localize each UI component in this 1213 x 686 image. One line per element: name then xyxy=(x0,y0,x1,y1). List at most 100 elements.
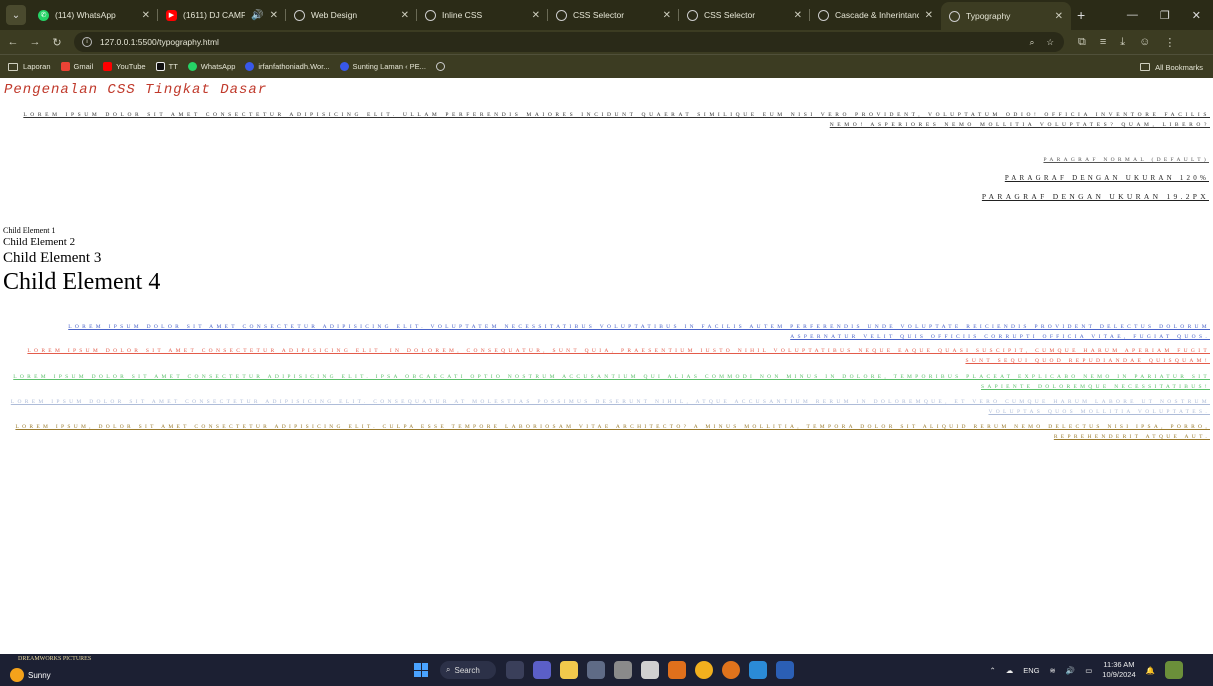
bookmark-wordpress-2[interactable]: Sunting Laman ‹ PE... xyxy=(339,62,426,71)
bookmark-star-icon[interactable]: ☆ xyxy=(1046,37,1054,48)
lorem-paragraph-green: Lorem ipsum dolor sit amet consectetur a… xyxy=(13,374,1210,390)
taskbar-search[interactable]: ⌕ Search xyxy=(440,661,496,679)
tab-strip: ⌄ ✆ (114) WhatsApp ✕ ▶ (1611) DJ CAMPURA… xyxy=(0,0,1213,30)
globe-icon xyxy=(294,9,305,21)
bookmark-globe[interactable] xyxy=(435,62,449,71)
close-icon[interactable]: ✕ xyxy=(401,10,409,21)
bookmark-label: Laporan xyxy=(23,62,51,71)
forward-icon[interactable]: → xyxy=(26,36,44,48)
tab-title: CSS Selector xyxy=(573,10,625,20)
restore-icon[interactable]: ❐ xyxy=(1160,9,1170,22)
child-element-2: Child Element 2 xyxy=(3,236,76,248)
vscode-icon[interactable] xyxy=(749,661,767,679)
back-icon[interactable]: ← xyxy=(4,36,22,48)
word-icon[interactable] xyxy=(776,661,794,679)
speaker-icon[interactable]: 🔊 xyxy=(251,10,263,21)
bookmark-label: Sunting Laman ‹ PE... xyxy=(352,62,426,71)
cloud-icon[interactable]: ☁ xyxy=(1006,666,1014,675)
download-icon[interactable]: ⤓ xyxy=(1120,36,1125,49)
lorem-paragraph-red: Lorem ipsum dolor sit amet consectetur a… xyxy=(27,348,1210,364)
close-icon[interactable]: ✕ xyxy=(270,10,278,21)
tab-title: Inline CSS xyxy=(442,10,483,20)
bookmark-label: Gmail xyxy=(73,62,94,71)
close-icon[interactable]: ✕ xyxy=(142,10,150,21)
close-icon[interactable]: ✕ xyxy=(1055,11,1063,22)
notification-bell-icon[interactable]: 🔔 xyxy=(1146,666,1155,675)
search-label: Search xyxy=(454,665,480,675)
reading-list-icon[interactable]: ≡ xyxy=(1100,36,1106,49)
tab-whatsapp[interactable]: ✆ (114) WhatsApp ✕ xyxy=(30,2,158,28)
weather-widget[interactable]: Sunny xyxy=(10,668,51,682)
app-icon[interactable] xyxy=(668,661,686,679)
whatsapp-icon: ✆ xyxy=(38,9,49,21)
bookmark-gmail[interactable]: Gmail xyxy=(60,62,94,71)
paragraph-120: Paragraf dengan ukuran 120% xyxy=(1004,174,1209,182)
camera-icon[interactable] xyxy=(587,661,605,679)
search-icon: ⌕ xyxy=(446,665,451,674)
teams-icon[interactable] xyxy=(533,661,551,679)
taskbar-apps xyxy=(506,661,794,679)
close-window-icon[interactable]: ✕ xyxy=(1192,9,1201,22)
avatar[interactable] xyxy=(1165,661,1183,679)
bookmark-wordpress-1[interactable]: irfanfathoniadh.Wor... xyxy=(245,62,330,71)
chevron-up-icon[interactable]: ⌃ xyxy=(989,666,995,675)
file-explorer-icon[interactable] xyxy=(560,661,578,679)
task-view-icon[interactable] xyxy=(506,661,524,679)
child-element-3: Child Element 3 xyxy=(3,250,102,266)
profile-icon[interactable]: ☺ xyxy=(1139,36,1150,49)
tab-cascade[interactable]: Cascade & Inherintance ✕ xyxy=(810,2,941,28)
address-bar[interactable]: i 127.0.0.1:5500/typography.html ⌕ ☆ xyxy=(74,32,1064,52)
lorem-paragraph-blue: Lorem ipsum dolor sit amet consectetur a… xyxy=(68,324,1210,340)
page-title: Pengenalan CSS Tingkat Dasar xyxy=(4,82,268,98)
minimize-icon[interactable]: — xyxy=(1127,9,1138,21)
wifi-icon[interactable]: ≋ xyxy=(1050,666,1056,675)
folder-icon xyxy=(8,62,18,71)
clock-time: 11:36 AM xyxy=(1103,660,1135,669)
bookmark-label: TT xyxy=(168,62,178,71)
globe-icon xyxy=(687,9,698,21)
tab-css-selector[interactable]: CSS Selector ✕ xyxy=(548,2,679,28)
wordpress-icon xyxy=(245,62,255,71)
browser-icon[interactable] xyxy=(641,661,659,679)
lorem-paragraph-grey: Lorem ipsum dolor sit amet consectetur a… xyxy=(10,399,1210,415)
extensions-icon[interactable]: ⧉ xyxy=(1078,36,1086,49)
tab-inline-css[interactable]: Inline CSS ✕ xyxy=(417,2,548,28)
bookmark-whatsapp[interactable]: WhatsApp xyxy=(187,62,236,71)
dreamworks-logo: DREAMWORKS PICTURES xyxy=(18,656,92,662)
reload-icon[interactable]: ↻ xyxy=(48,36,66,49)
site-info-icon[interactable]: i xyxy=(82,37,92,47)
weather-label: Sunny xyxy=(28,670,51,680)
child-element-4: Child Element 4 xyxy=(3,269,161,295)
new-tab-button[interactable]: + xyxy=(1077,7,1085,23)
page-content: Pengenalan CSS Tingkat Dasar Lorem ipsum… xyxy=(0,78,1213,654)
close-icon[interactable]: ✕ xyxy=(794,10,802,21)
bookmark-label: WhatsApp xyxy=(200,62,236,71)
lorem-paragraph-olive: Lorem ipsum, dolor sit amet consectetur … xyxy=(15,424,1210,440)
language-indicator[interactable]: ENG xyxy=(1023,666,1039,675)
windows-start-icon[interactable] xyxy=(414,663,428,677)
all-bookmarks[interactable]: All Bookmarks xyxy=(1140,55,1203,79)
battery-icon[interactable]: ▭ xyxy=(1085,666,1092,675)
globe-icon xyxy=(556,9,567,21)
bookmark-laporan[interactable]: Laporan xyxy=(8,62,51,71)
chrome-icon[interactable] xyxy=(695,661,713,679)
tab-typography[interactable]: Typography ✕ xyxy=(941,2,1071,30)
close-icon[interactable]: ✕ xyxy=(925,10,933,21)
tab-youtube[interactable]: ▶ (1611) DJ CAMPURAN 🔊 ✕ xyxy=(158,2,286,28)
bookmark-youtube[interactable]: YouTube xyxy=(103,62,146,71)
clock[interactable]: 11:36 AM 10/9/2024 xyxy=(1102,660,1135,680)
zoom-icon[interactable]: ⌕ xyxy=(1030,37,1035,48)
volume-icon[interactable]: 🔊 xyxy=(1066,666,1075,675)
bookmark-tt[interactable]: TT xyxy=(155,62,178,71)
tab-css-selector-2[interactable]: CSS Selector ✕ xyxy=(679,2,810,28)
child-element-1: Child Element 1 xyxy=(3,226,56,235)
tab-web-design[interactable]: Web Design ✕ xyxy=(286,2,417,28)
menu-icon[interactable]: ⋮ xyxy=(1164,36,1175,49)
close-icon[interactable]: ✕ xyxy=(532,10,540,21)
tab-title: (1611) DJ CAMPURAN xyxy=(183,10,246,20)
browser-icon[interactable] xyxy=(722,661,740,679)
app-icon[interactable] xyxy=(614,661,632,679)
paragraph-normal: Paragraf normal (default) xyxy=(1043,157,1209,163)
tab-search-icon[interactable]: ⌄ xyxy=(6,5,26,25)
close-icon[interactable]: ✕ xyxy=(663,10,671,21)
